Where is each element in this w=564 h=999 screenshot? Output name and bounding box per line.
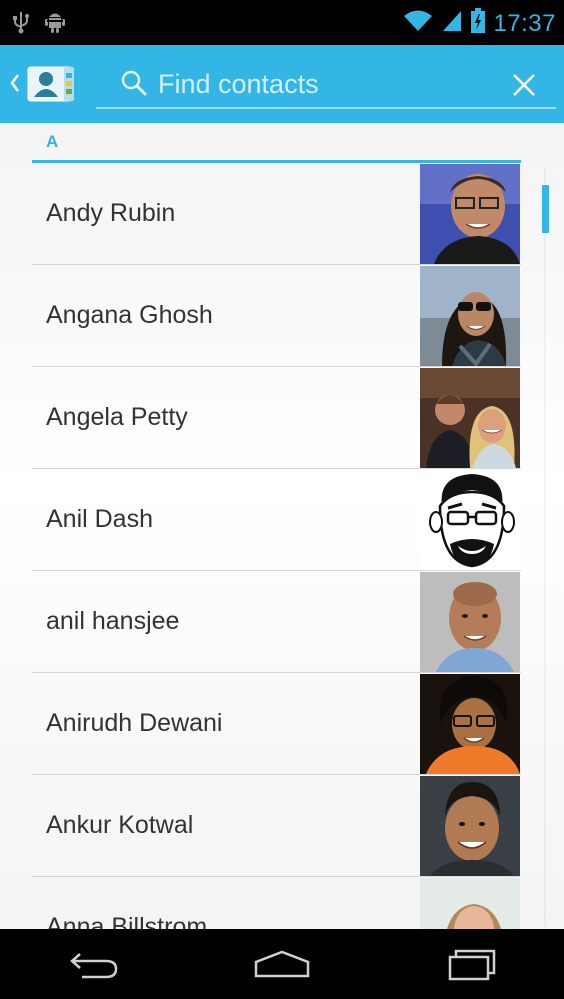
scrollbar-thumb[interactable] <box>542 185 549 233</box>
recent-apps-icon[interactable] <box>430 934 510 994</box>
home-icon[interactable] <box>242 934 322 994</box>
status-bar: 17:37 <box>0 0 564 45</box>
chevron-left-icon[interactable] <box>10 73 20 98</box>
contacts-app-icon[interactable] <box>26 63 78 105</box>
contact-name: Ankur Kotwal <box>46 811 194 839</box>
contact-name: Anirudh Dewani <box>46 709 223 737</box>
action-bar <box>0 45 564 123</box>
contact-photo[interactable] <box>420 164 520 264</box>
contact-photo[interactable] <box>420 674 520 774</box>
contacts-list-container[interactable]: A Andy Rubin Angana Ghosh Angela Petty A… <box>0 123 564 929</box>
contact-name: Angela Petty <box>46 403 188 431</box>
section-letter: A <box>46 132 59 151</box>
contact-name: anil hansjee <box>46 607 180 635</box>
contact-name: Angana Ghosh <box>46 301 213 329</box>
contact-item[interactable]: Anirudh Dewani <box>32 673 521 775</box>
search-input[interactable] <box>158 67 488 101</box>
contacts-list: Andy Rubin Angana Ghosh Angela Petty Ani… <box>32 163 521 929</box>
system-icons: 17:37 <box>403 8 556 39</box>
search-bar[interactable] <box>96 61 556 109</box>
contact-item[interactable]: Andy Rubin <box>32 163 521 265</box>
contact-photo[interactable] <box>420 572 520 672</box>
contact-item[interactable]: Anna Billstrom <box>32 877 521 929</box>
contact-item[interactable]: Angana Ghosh <box>32 265 521 367</box>
android-debug-icon <box>44 10 66 39</box>
back-icon[interactable] <box>54 934 134 994</box>
contact-photo[interactable] <box>420 368 520 468</box>
contact-photo[interactable] <box>420 878 520 929</box>
close-icon[interactable] <box>506 67 542 103</box>
clock: 17:37 <box>493 9 556 37</box>
section-header: A <box>32 123 521 163</box>
contact-photo[interactable] <box>420 776 520 876</box>
signal-icon <box>441 9 463 38</box>
contact-item[interactable]: Angela Petty <box>32 367 521 469</box>
contact-item[interactable]: Anil Dash <box>32 469 521 571</box>
contact-item[interactable]: anil hansjee <box>32 571 521 673</box>
scrollbar-track <box>544 167 546 927</box>
wifi-icon <box>403 9 433 38</box>
contact-name: Anil Dash <box>46 505 153 533</box>
contact-photo[interactable] <box>420 470 520 570</box>
contact-name: Andy Rubin <box>46 199 176 227</box>
contact-photo[interactable] <box>420 266 520 366</box>
contact-name: Anna Billstrom <box>46 913 208 929</box>
battery-icon <box>471 8 486 39</box>
notification-icons <box>12 10 66 39</box>
search-icon <box>120 69 148 102</box>
contact-item[interactable]: Ankur Kotwal <box>32 775 521 877</box>
navigation-bar <box>0 929 564 999</box>
usb-icon <box>12 10 30 39</box>
